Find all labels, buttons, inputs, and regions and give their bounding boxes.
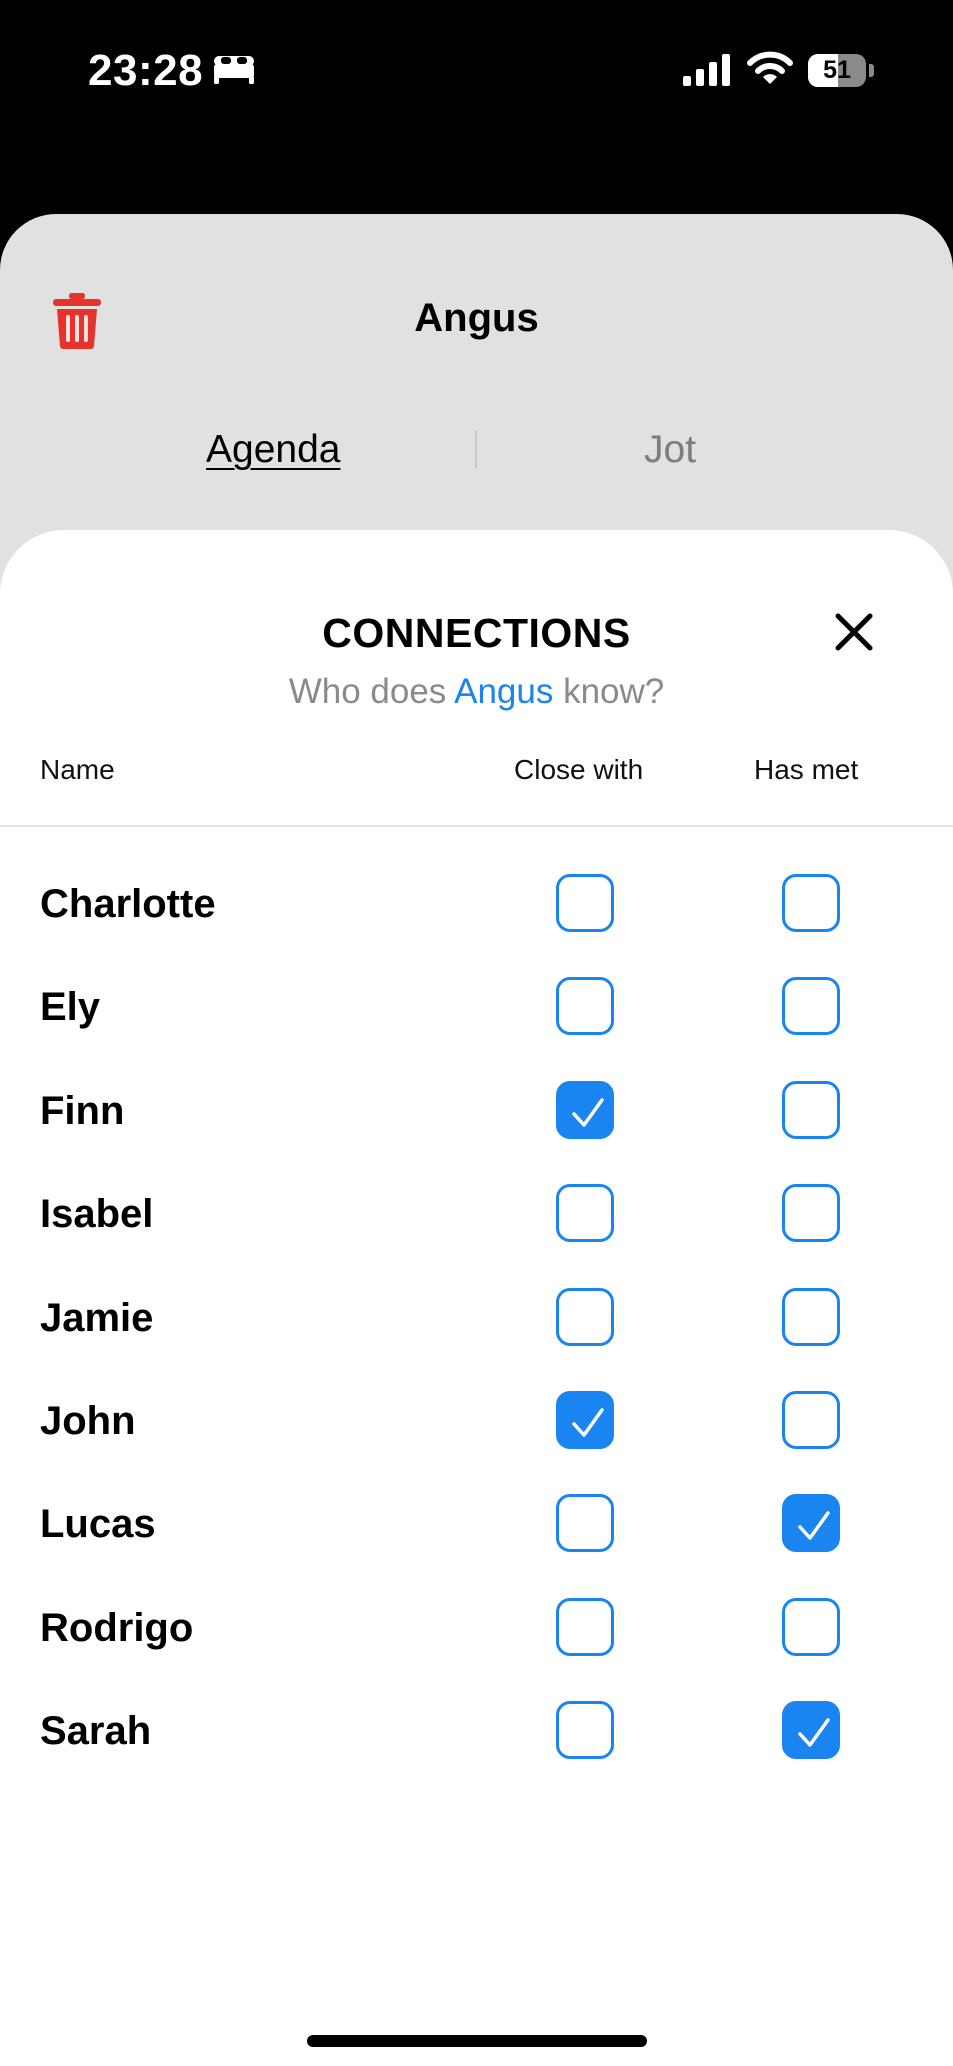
- screen: 23:28 51 Angus Agenda Jot CONNECTIONS Wh…: [0, 0, 953, 2066]
- connections-title: CONNECTIONS: [322, 610, 631, 656]
- has-met-checkbox[interactable]: [782, 1494, 840, 1553]
- close-with-checkbox[interactable]: [556, 1080, 614, 1139]
- column-header-has-met: Has met: [754, 754, 859, 785]
- person-name: John: [40, 1398, 136, 1443]
- checkmark-icon: [572, 1098, 604, 1127]
- table-row: John: [0, 1369, 953, 1472]
- person-name: Jamie: [40, 1295, 154, 1340]
- table-row: Lucas: [0, 1472, 953, 1575]
- person-name: Sarah: [40, 1709, 152, 1754]
- close-with-checkbox[interactable]: [556, 1597, 614, 1656]
- subtitle-prefix: Who does: [288, 672, 455, 711]
- tab-agenda[interactable]: Agenda: [206, 428, 340, 472]
- status-bar: 23:28 51: [0, 0, 953, 140]
- bed-icon: [212, 52, 256, 91]
- checkmark-icon: [798, 1718, 830, 1747]
- table-row: Isabel: [0, 1162, 953, 1265]
- table-row: Jamie: [0, 1266, 953, 1369]
- has-met-checkbox[interactable]: [782, 1184, 840, 1243]
- has-met-checkbox[interactable]: [782, 1597, 840, 1656]
- table-row: Finn: [0, 1059, 953, 1162]
- close-with-checkbox[interactable]: [556, 977, 614, 1036]
- connections-list: Charlotte Ely Finn Isabel Jamie John Lucas Rodr…: [0, 852, 953, 1783]
- checkmark-icon: [572, 1408, 604, 1437]
- close-with-checkbox[interactable]: [556, 1494, 614, 1553]
- has-met-checkbox[interactable]: [782, 1390, 840, 1449]
- has-met-checkbox[interactable]: [782, 977, 840, 1036]
- subtitle-suffix: know?: [553, 672, 665, 711]
- connections-subtitle: Who does Angus know?: [0, 672, 953, 712]
- has-met-checkbox[interactable]: [782, 1080, 840, 1139]
- has-met-checkbox[interactable]: [782, 1287, 840, 1346]
- battery-level: 51: [823, 56, 851, 84]
- column-header-close-with: Close with: [514, 754, 644, 785]
- close-with-checkbox[interactable]: [556, 1390, 614, 1449]
- person-title: Angus: [414, 296, 539, 340]
- table-row: Sarah: [0, 1679, 953, 1782]
- has-met-checkbox[interactable]: [782, 874, 840, 932]
- checkmark-icon: [798, 1511, 830, 1541]
- person-name: Ely: [40, 985, 101, 1030]
- table-row: Ely: [0, 955, 953, 1058]
- tab-divider: [475, 430, 477, 468]
- wifi-icon: [747, 50, 793, 91]
- close-with-checkbox[interactable]: [556, 1184, 614, 1243]
- tab-jot[interactable]: Jot: [644, 428, 696, 472]
- close-icon[interactable]: [834, 612, 874, 657]
- subtitle-person-name: Angus: [454, 672, 554, 711]
- close-with-checkbox[interactable]: [556, 1287, 614, 1346]
- person-name: Rodrigo: [40, 1605, 194, 1650]
- person-name: Lucas: [40, 1502, 156, 1547]
- header-divider: [0, 825, 953, 827]
- table-row: Rodrigo: [0, 1576, 953, 1679]
- person-name: Isabel: [40, 1192, 154, 1237]
- person-name: Finn: [40, 1088, 125, 1133]
- person-name: Charlotte: [40, 882, 216, 926]
- close-with-checkbox[interactable]: [556, 874, 614, 932]
- table-row: Charlotte: [0, 852, 953, 955]
- close-with-checkbox[interactable]: [556, 1701, 614, 1760]
- signal-icon: [683, 54, 731, 91]
- home-indicator[interactable]: [307, 2035, 647, 2047]
- battery-icon: 51: [808, 54, 866, 87]
- battery-tip: [869, 64, 874, 77]
- status-time: 23:28: [88, 46, 204, 95]
- has-met-checkbox[interactable]: [782, 1701, 840, 1760]
- column-header-name: Name: [40, 754, 115, 785]
